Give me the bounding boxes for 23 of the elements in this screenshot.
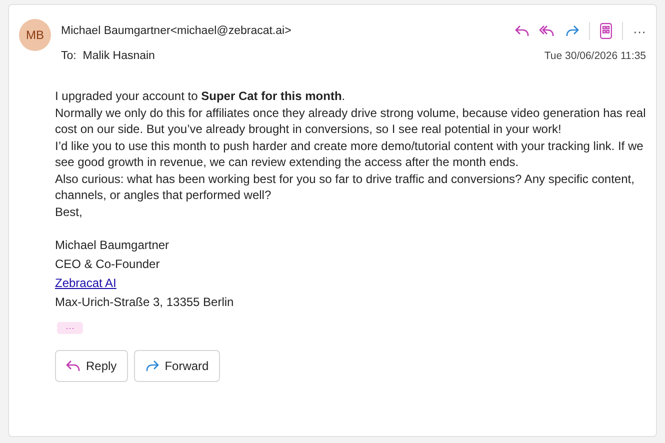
reply-button[interactable]: Reply: [55, 350, 128, 382]
paragraph: I’d like you to use this month to push harder and create more demo/tutorial content with your tracking link. If we see good growth in revenue, we can review extending the access after the month ends.: [55, 138, 644, 170]
reply-icon: [66, 360, 80, 372]
reply-all-button[interactable]: [539, 25, 555, 37]
company-link[interactable]: Zebracat AI: [55, 276, 116, 290]
sender: Michael Baumgartner<michael@zebracat.ai>: [61, 25, 292, 37]
recipient: To: Malik Hasnain: [61, 50, 155, 62]
forward-icon: [144, 360, 159, 372]
apps-button[interactable]: [600, 23, 612, 39]
signature-line: Michael Baumgartner: [55, 237, 170, 254]
forward-button[interactable]: Forward: [134, 350, 220, 382]
signature-line: CEO & Co-Founder: [55, 256, 161, 273]
more-button[interactable]: ···: [633, 24, 646, 38]
reply-button[interactable]: [515, 25, 529, 37]
signature-line: Max-Urich-Straße 3, 13355 Berlin: [55, 294, 235, 311]
paragraph: Normally we only do this for affiliates once they already drive strong volume, because video generation has real cost on our side. But you’ve already brought in conversions, so I see real potential in your work!: [55, 104, 646, 138]
date: Tue 30/06/2026 11:35: [544, 50, 646, 62]
show-more-button[interactable]: ···: [57, 322, 83, 334]
avatar: MB: [19, 19, 51, 51]
paragraph: Also curious: what has been working best for you so far to drive traffic and conversions? Any specific content, channels, or angles that performed well?: [55, 170, 636, 204]
paragraph: Best,: [55, 204, 84, 220]
paragraph: I upgraded your account to Super Cat for this month.: [55, 88, 346, 104]
forward-button[interactable]: [565, 25, 579, 37]
